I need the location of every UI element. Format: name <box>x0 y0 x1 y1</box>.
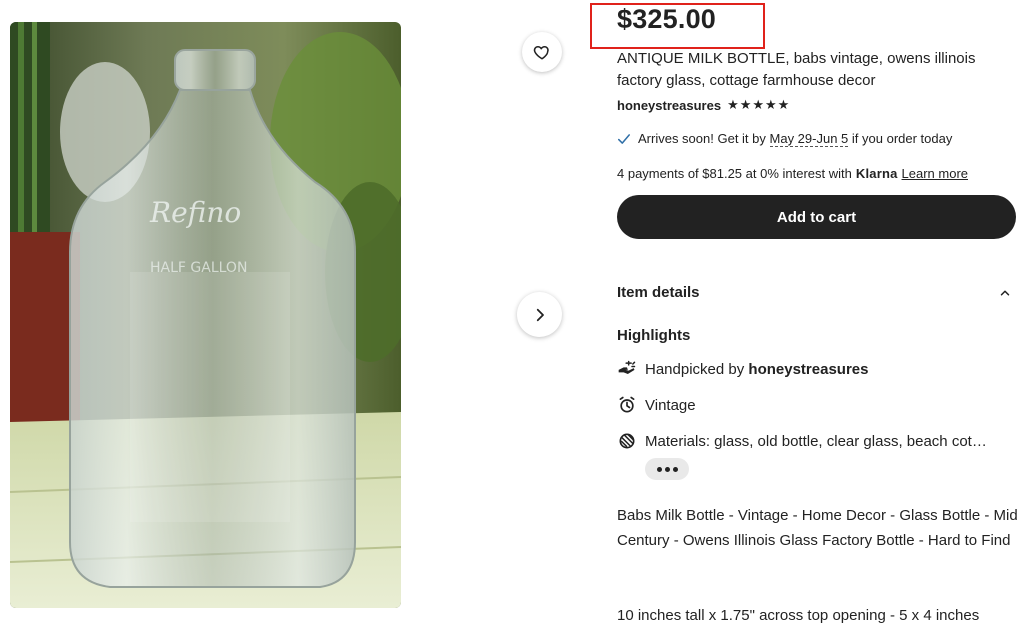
svg-text:Refino: Refino <box>149 196 241 229</box>
shop-rating-row: honeystreasures ★★★★★ <box>617 97 790 113</box>
hand-sparkle-icon <box>617 359 637 379</box>
handpicked-shop[interactable]: honeystreasures <box>748 361 868 378</box>
klarna-payment-info: 4 payments of $81.25 at 0% interest with… <box>617 166 968 181</box>
vintage-label: Vintage <box>645 396 696 414</box>
heart-icon <box>533 46 549 60</box>
highlight-handpicked: Handpicked by honeystreasures <box>617 359 868 379</box>
more-dots-icon <box>656 466 662 472</box>
description-dimensions: 10 inches tall x 1.75" across top openin… <box>617 607 980 624</box>
highlights-heading: Highlights <box>617 327 691 344</box>
next-image-button[interactable] <box>517 292 562 337</box>
listing-title: ANTIQUE MILK BOTTLE, babs vintage, owens… <box>617 50 976 89</box>
chevron-right-icon <box>536 308 544 321</box>
item-details-toggle[interactable]: Item details <box>617 284 1012 301</box>
delivery-estimate: Arrives soon! Get it by May 29-Jun 5 if … <box>617 131 953 147</box>
price-highlight-box <box>590 3 765 49</box>
svg-text:HALF GALLON: HALF GALLON <box>150 260 247 276</box>
chevron-up-icon <box>1000 289 1010 296</box>
handpicked-prefix: Handpicked by <box>645 360 745 378</box>
item-details-heading: Item details <box>617 284 700 301</box>
check-icon <box>617 133 631 144</box>
highlight-vintage: Vintage <box>617 395 696 415</box>
alarm-clock-icon <box>617 395 637 415</box>
klarna-text: 4 payments of $81.25 at 0% interest with <box>617 166 852 181</box>
product-image[interactable]: Refino HALF GALLON <box>10 22 401 608</box>
favorite-button[interactable] <box>522 32 562 72</box>
yarn-ball-icon <box>617 431 637 451</box>
description-paragraph: Babs Milk Bottle - Vintage - Home Decor … <box>617 507 1018 549</box>
add-to-cart-button[interactable]: Add to cart <box>617 195 1016 239</box>
klarna-logo: Klarna <box>855 166 898 181</box>
arrives-dates[interactable]: May 29-Jun 5 <box>769 131 849 147</box>
materials-text: Materials: glass, old bottle, clear glas… <box>645 432 987 450</box>
highlight-materials: Materials: glass, old bottle, clear glas… <box>617 431 987 451</box>
arrives-prefix: Arrives soon! Get it by <box>638 131 766 146</box>
learn-more-link[interactable]: Learn more <box>902 166 968 181</box>
more-materials-button[interactable] <box>645 458 689 480</box>
rating-stars[interactable]: ★★★★★ <box>727 97 790 113</box>
arrives-suffix: if you order today <box>851 131 953 146</box>
shop-name-link[interactable]: honeystreasures <box>617 98 721 113</box>
